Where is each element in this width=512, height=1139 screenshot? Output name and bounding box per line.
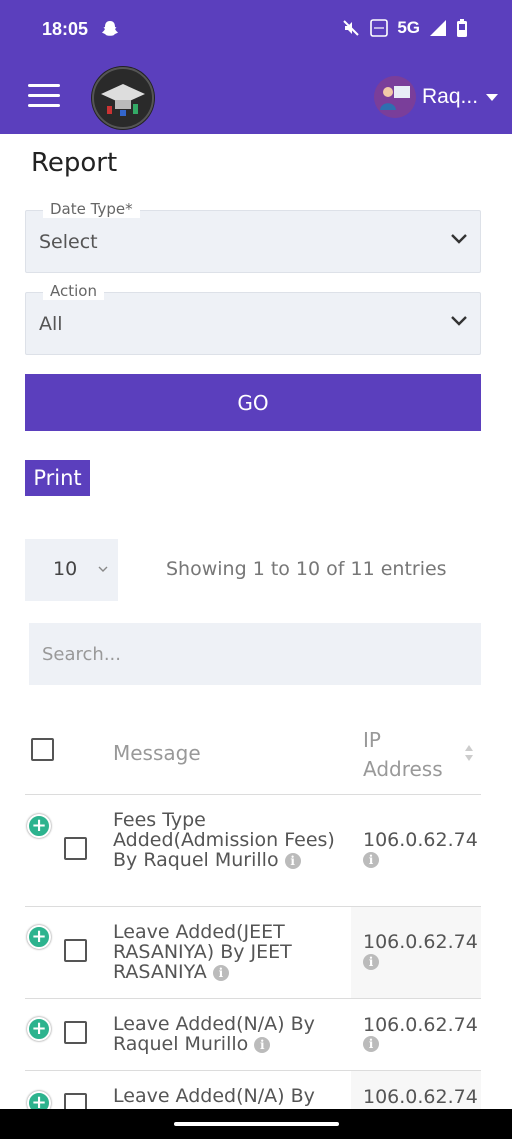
system-nav-bar xyxy=(0,1109,512,1139)
plus-circle-icon[interactable]: + xyxy=(27,1017,51,1041)
user-avatar-icon xyxy=(374,76,416,118)
row-message: Leave Added(N/A) By xyxy=(113,1086,343,1106)
date-type-label: Date Type* xyxy=(43,200,140,218)
print-button[interactable]: Print xyxy=(25,460,90,496)
column-ip-address[interactable]: IP Address xyxy=(363,726,453,784)
menu-icon[interactable] xyxy=(28,84,60,110)
action-value: All xyxy=(39,313,63,335)
mute-icon xyxy=(343,20,360,36)
page-length-value: 10 xyxy=(53,558,78,580)
graduation-cap-icon xyxy=(92,67,154,129)
sort-icon[interactable] xyxy=(464,744,474,762)
row-message-text: Leave Added(JEET RASANIYA) By JEET RASAN… xyxy=(113,921,292,983)
plus-circle-icon[interactable]: + xyxy=(27,814,51,838)
row-message: Leave Added(N/A) By Raquel Murillo i xyxy=(113,1014,343,1054)
home-gesture-pill[interactable] xyxy=(174,1122,339,1126)
row-message: Leave Added(JEET RASANIYA) By JEET RASAN… xyxy=(113,922,343,982)
info-icon[interactable]: i xyxy=(363,1036,379,1052)
info-icon[interactable]: i xyxy=(363,852,379,868)
row-message: Fees Type Added(Admission Fees) By Raque… xyxy=(113,810,343,870)
info-icon[interactable]: i xyxy=(363,954,379,970)
table-row[interactable]: + Leave Added(JEET RASANIYA) By JEET RAS… xyxy=(25,907,481,999)
status-bar: 18:05 5G xyxy=(0,0,512,60)
table-row[interactable]: + Leave Added(N/A) By 106.0.62.74 xyxy=(25,1071,481,1109)
caret-down-icon xyxy=(486,93,498,101)
entries-info: Showing 1 to 10 of 11 entries xyxy=(166,558,447,580)
table-header: Message IP Address xyxy=(25,716,481,795)
table-row[interactable]: + Fees Type Added(Admission Fees) By Raq… xyxy=(25,796,481,907)
action-label: Action xyxy=(43,282,104,300)
table-row[interactable]: + Leave Added(N/A) By Raquel Murillo i 1… xyxy=(25,999,481,1071)
go-button[interactable]: GO xyxy=(25,374,481,431)
search-input[interactable]: Search... xyxy=(29,623,481,685)
row-ip: 106.0.62.74 xyxy=(363,1086,478,1108)
page-length-select[interactable]: 10 xyxy=(25,539,118,601)
info-icon[interactable]: i xyxy=(284,852,301,869)
chevron-down-icon xyxy=(98,566,108,572)
select-all-checkbox[interactable] xyxy=(31,738,54,761)
date-type-value: Select xyxy=(39,231,98,253)
avatar xyxy=(374,76,416,118)
ip-cell: 106.0.62.74 i xyxy=(351,796,481,906)
chevron-down-icon xyxy=(451,316,467,326)
user-name: Raq... xyxy=(422,85,479,108)
status-time: 18:05 xyxy=(42,19,89,39)
info-icon[interactable]: i xyxy=(254,1036,271,1053)
date-type-select[interactable]: Date Type* Select xyxy=(25,200,481,273)
school-logo[interactable] xyxy=(91,66,155,130)
plus-circle-icon[interactable]: + xyxy=(27,1091,51,1109)
ip-cell: 106.0.62.74 i xyxy=(351,999,481,1070)
snapchat-icon xyxy=(102,21,118,36)
row-ip: 106.0.62.74 xyxy=(363,931,478,953)
battery-icon xyxy=(457,19,467,37)
signal-icon xyxy=(430,20,446,36)
row-checkbox[interactable] xyxy=(64,1021,87,1044)
column-message[interactable]: Message xyxy=(113,741,201,765)
row-message-text: Fees Type Added(Admission Fees) By Raque… xyxy=(113,809,335,871)
action-select[interactable]: Action All xyxy=(25,282,481,355)
row-checkbox[interactable] xyxy=(64,837,87,860)
status-icons: 5G xyxy=(341,18,468,38)
ip-cell: 106.0.62.74 i xyxy=(351,907,481,998)
ip-cell: 106.0.62.74 xyxy=(351,1071,481,1109)
row-ip: 106.0.62.74 xyxy=(363,1014,478,1036)
app-bar: Raq... xyxy=(0,60,512,134)
plus-circle-icon[interactable]: + xyxy=(27,925,51,949)
row-checkbox[interactable] xyxy=(64,939,87,962)
network-type: 5G xyxy=(397,18,420,37)
user-menu[interactable]: Raq... xyxy=(374,76,498,118)
row-message-text: Leave Added(N/A) By Raquel Murillo xyxy=(113,1013,315,1055)
row-ip: 106.0.62.74 xyxy=(363,829,478,851)
chevron-down-icon xyxy=(451,234,467,244)
row-message-text: Leave Added(N/A) By xyxy=(113,1085,315,1107)
info-icon[interactable]: i xyxy=(212,964,229,981)
page-title: Report xyxy=(31,148,118,178)
volte-icon xyxy=(370,19,389,37)
row-checkbox[interactable] xyxy=(64,1093,87,1109)
